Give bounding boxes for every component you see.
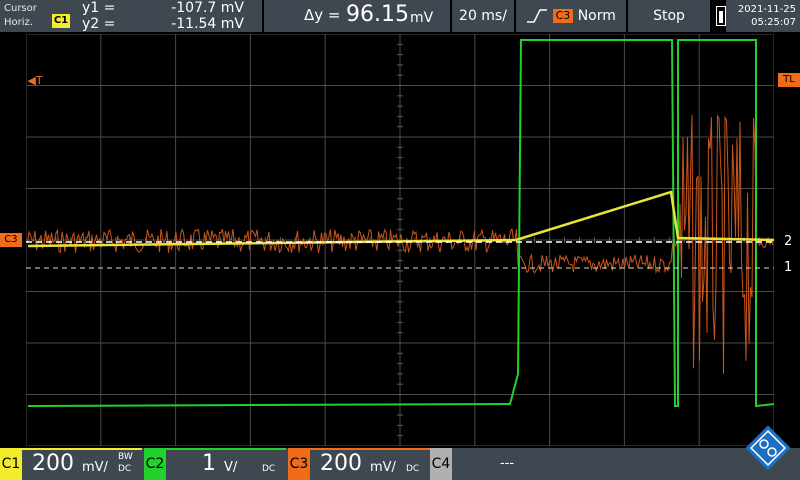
y1-label: y1 = [82,0,116,16]
ch1-bw: BW [118,452,133,462]
y1-value: -107.7 mV [171,0,244,16]
trigger-position-marker[interactable]: TL [778,73,800,87]
battery-icon [716,6,726,26]
trigger-mode: Norm [577,8,616,24]
datetime-display: 2021-11-25 05:25:07 [726,0,800,32]
ch1-settings[interactable]: 200 mV/ BW DC [22,448,142,480]
ch2-tag[interactable]: C2 [144,448,166,480]
cursor2-marker[interactable]: 2 [784,234,792,249]
ch4-settings[interactable]: --- [452,448,572,480]
y2-label: y2 = [82,16,116,32]
rohde-schwarz-logo-icon [745,425,791,471]
ch4-tag[interactable]: C4 [430,448,452,480]
waveform-display[interactable] [26,34,774,446]
ch1-tag[interactable]: C1 [0,448,22,480]
channel-bar: C1 200 mV/ BW DC C2 1 V/ DC C3 200 mV/ D… [0,448,800,480]
cursor-mode-title: Cursor [4,3,37,14]
cursor1-marker[interactable]: 1 [784,260,792,275]
delta-panel[interactable]: Δy = 96.15 mV [264,0,450,32]
run-stop-button[interactable]: Stop [628,0,710,32]
ch3-scale: 200 [320,451,362,476]
ch2-scale: 1 [202,451,216,476]
cursor-mode-type: Horiz. [4,17,33,28]
rising-edge-icon [527,9,548,23]
ch4-scale: --- [500,456,515,471]
cursor-source-badge: C1 [52,14,70,28]
delta-unit: mV [410,10,434,26]
ch2-waveform [27,39,774,408]
trigger-level-marker[interactable]: ◀T [24,74,46,88]
cursor-panel[interactable]: Cursor Horiz. C1 y1 = -107.7 mV y2 = -11… [0,0,262,32]
ch2-settings[interactable]: 1 V/ DC [166,448,286,480]
ch1-unit: mV/ [82,460,108,475]
ch3-coupling: DC [406,464,420,474]
delta-value: 96.15 [346,2,409,27]
top-bar: Cursor Horiz. C1 y1 = -107.7 mV y2 = -11… [0,0,800,32]
delta-label: Δy = [304,6,341,24]
ch3-settings[interactable]: 200 mV/ DC [310,448,430,480]
ch3-offset-marker[interactable]: C3 [0,233,22,247]
cursor-mode-label: Cursor Horiz. [4,2,50,32]
time-text: 05:25:07 [751,17,796,28]
ch1-scale: 200 [32,451,74,476]
timebase-button[interactable]: 20 ms/ [452,0,514,32]
ch3-tag[interactable]: C3 [288,448,310,480]
ch1-coupling: DC [118,464,132,474]
y2-value: -11.54 mV [171,16,244,32]
trigger-panel[interactable]: C3 Norm [516,0,626,32]
date-text: 2021-11-25 [737,4,796,15]
trigger-level-label: T [35,74,43,87]
ch2-color-strip [166,448,286,450]
ch3-unit: mV/ [370,460,396,475]
ch2-unit: V/ [224,460,238,475]
trigger-source-badge: C3 [552,9,574,23]
ch2-coupling: DC [262,464,276,474]
